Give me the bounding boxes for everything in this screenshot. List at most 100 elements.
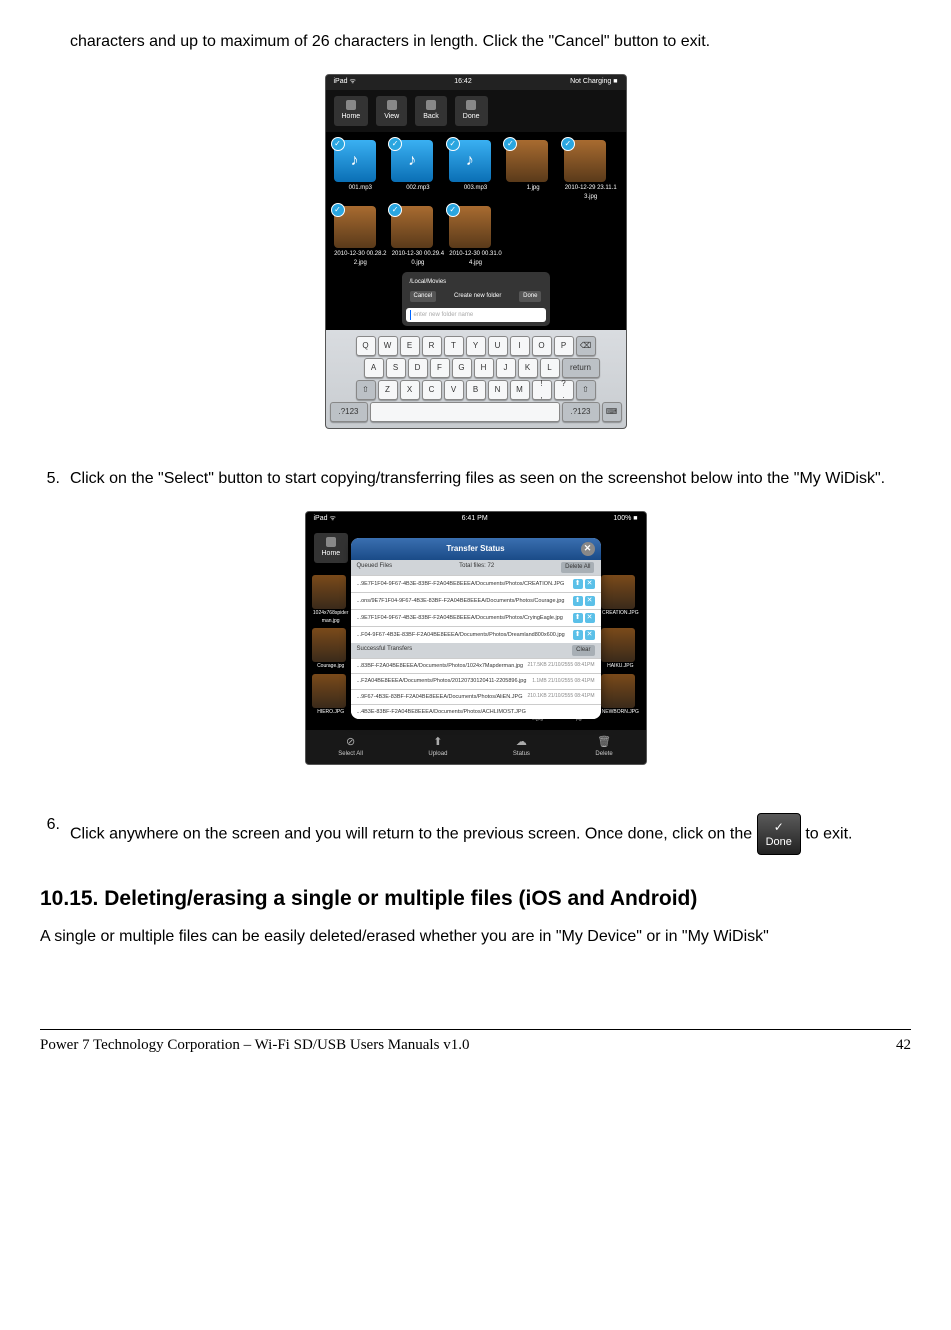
key[interactable]: D [408,358,428,378]
key[interactable]: Q [356,336,376,356]
footer-text: Power 7 Technology Corporation – Wi-Fi S… [40,1034,469,1057]
shift-key[interactable]: ⇧ [576,380,596,400]
cancel-button[interactable]: Cancel [410,291,437,302]
key[interactable]: P [554,336,574,356]
upload-icon: ⬆ [431,735,445,749]
view-icon [387,100,397,110]
up-icon[interactable]: ⬆ [573,596,583,606]
file-thumb[interactable]: ✓♪003.mp3 [449,140,503,202]
key[interactable]: O [532,336,552,356]
file-path: ...9F67-4B3E-83BF-F2A04BE8EEEA/Documents… [357,693,523,701]
return-key[interactable]: return [562,358,600,378]
photo-label: 1024x768spiderman.jpg [312,610,350,625]
key[interactable]: K [518,358,538,378]
numeric-key[interactable]: .?123 [330,402,368,422]
key[interactable]: X [400,380,420,400]
file-path: ...F2A04BE8EEEA/Documents/Photos/2012073… [357,677,527,685]
file-thumb[interactable]: ✓2010-12-29 23.11.13.jpg [564,140,618,202]
section-heading: 10.15. Deleting/erasing a single or mult… [40,883,911,915]
file-label: 1.jpg [506,184,560,193]
photo-thumb[interactable]: Courage.jpg [312,628,350,671]
key[interactable]: G [452,358,472,378]
queued-row: ...F04-9F67-4B3E-83BF-F2A04BE8EEEA/Docum… [351,626,601,643]
file-path: ...F04-9F67-4B3E-83BF-F2A04BE8EEEA/Docum… [357,631,565,639]
numeric-key[interactable]: .?123 [562,402,600,422]
view-button[interactable]: View [376,96,407,127]
key[interactable]: A [364,358,384,378]
photo-thumb[interactable]: CREATION.JPG [601,575,639,625]
queued-label: Queued Files [357,562,393,573]
photo-label: Courage.jpg [312,663,350,671]
key[interactable]: I [510,336,530,356]
key[interactable]: B [466,380,486,400]
file-label: 2010-12-29 23.11.13.jpg [564,184,618,202]
key[interactable]: V [444,380,464,400]
shift-key[interactable]: ⇧ [356,380,376,400]
delete-all-button[interactable]: Delete All [561,562,594,573]
space-key[interactable] [370,402,560,422]
key[interactable]: S [386,358,406,378]
backspace-key[interactable]: ⌫ [576,336,596,356]
key[interactable]: ?. [554,380,574,400]
key[interactable]: !, [532,380,552,400]
key[interactable]: R [422,336,442,356]
cancel-icon[interactable]: ✕ [585,613,595,623]
status-button[interactable]: ☁Status [513,735,530,759]
file-thumb[interactable]: ✓1.jpg [506,140,560,202]
file-thumb[interactable]: ✓♪001.mp3 [334,140,388,202]
check-icon: ✓ [446,137,460,151]
file-thumb[interactable]: ✓♪002.mp3 [391,140,445,202]
upload-button[interactable]: ⬆Upload [428,735,447,759]
done-button[interactable]: Done [519,291,541,302]
cancel-icon[interactable]: ✕ [585,596,595,606]
file-grid: ✓♪001.mp3✓♪002.mp3✓♪003.mp3✓1.jpg✓2010-1… [326,132,626,330]
key[interactable]: W [378,336,398,356]
key[interactable]: Z [378,380,398,400]
clear-button[interactable]: Clear [572,645,594,656]
queued-row: ...9E7F1F04-9F67-4B3E-83BF-F2A04BE8EEEA/… [351,609,601,626]
select-all-button[interactable]: ⊘Select All [338,735,363,759]
key[interactable]: Y [466,336,486,356]
key[interactable]: E [400,336,420,356]
create-folder-dialog: /Local/Movies Cancel Create new folder D… [402,272,550,326]
hide-keyboard-key[interactable]: ⌨ [602,402,622,422]
up-icon[interactable]: ⬆ [573,579,583,589]
file-thumb[interactable]: ✓2010-12-30 00.31.04.jpg [449,206,503,268]
transfer-status-panel: Transfer Status ✕ Queued Files Total fil… [351,538,601,719]
up-icon[interactable]: ⬆ [573,613,583,623]
folder-name-input[interactable]: enter new folder name [406,308,546,322]
cancel-icon[interactable]: ✕ [585,579,595,589]
photo-thumb[interactable]: HAIKU.JPG [601,628,639,671]
key[interactable]: H [474,358,494,378]
key[interactable]: M [510,380,530,400]
file-thumb[interactable]: ✓2010-12-30 00.29.40.jpg [391,206,445,268]
photo-thumb[interactable]: HIERO.JPG [312,674,350,724]
file-label: 2010-12-30 00.29.40.jpg [391,250,445,268]
delete-button[interactable]: 🗑Delete [595,735,612,759]
photo-label: HAIKU.JPG [601,663,639,671]
back-button[interactable]: Back [415,96,447,127]
home-button[interactable]: Home [334,96,369,127]
body-paragraph: A single or multiple files can be easily… [40,925,911,949]
key[interactable]: L [540,358,560,378]
close-icon[interactable]: ✕ [581,542,595,556]
ipad-status-bar: iPad ᯤ 16:42 Not Charging ■ [326,75,626,90]
key[interactable]: T [444,336,464,356]
cancel-icon[interactable]: ✕ [585,630,595,640]
file-label: 2010-12-30 00.28.22.jpg [334,250,388,268]
key[interactable]: J [496,358,516,378]
photo-thumb[interactable]: NEWBORN.JPG [601,674,639,724]
key[interactable]: F [430,358,450,378]
done-button[interactable]: Done [455,96,488,127]
key[interactable]: N [488,380,508,400]
key[interactable]: U [488,336,508,356]
home-button[interactable]: Home [314,533,349,564]
photo-thumb[interactable]: 1024x768spiderman.jpg [312,575,350,625]
file-thumb[interactable]: ✓2010-12-30 00.28.22.jpg [334,206,388,268]
file-path: ...9E7F1F04-9F67-4B3E-83BF-F2A04BE8EEEA/… [357,614,563,622]
check-icon: ✓ [388,137,402,151]
up-icon[interactable]: ⬆ [573,630,583,640]
panel-title: Transfer Status [446,543,504,555]
key[interactable]: C [422,380,442,400]
success-label: Successful Transfers [357,645,413,656]
